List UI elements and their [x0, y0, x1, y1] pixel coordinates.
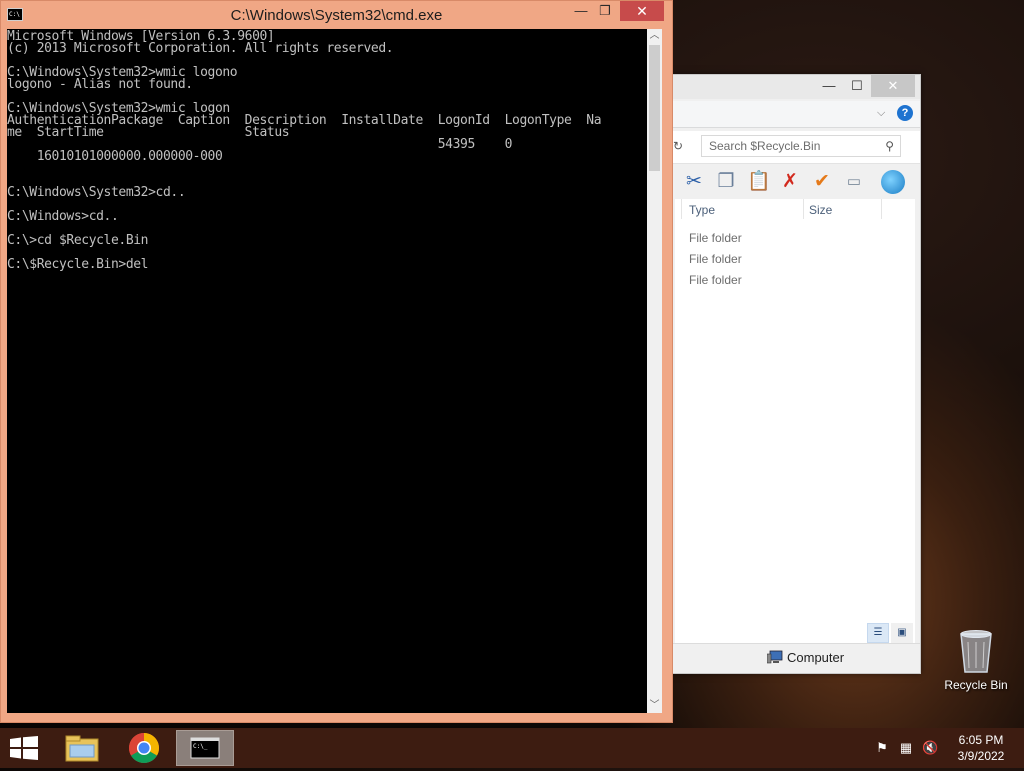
column-separator	[881, 199, 882, 219]
explorer-ribbon: ⌵ ?	[671, 101, 920, 128]
recycle-bin-label: Recycle Bin	[944, 678, 1008, 692]
large-icons-view-icon[interactable]: ▣	[891, 623, 913, 643]
file-list[interactable]: Type Size File folder File folder File f…	[675, 199, 915, 643]
cmd-scrollbar[interactable]: ︿ ﹀	[647, 29, 662, 713]
taskbar-clock[interactable]: 6:05 PM 3/9/2022	[950, 732, 1012, 764]
taskbar-chrome[interactable]	[116, 730, 172, 766]
scroll-up-icon[interactable]: ︿	[647, 29, 662, 43]
search-placeholder: Search $Recycle.Bin	[709, 139, 821, 153]
scroll-thumb[interactable]	[649, 45, 660, 171]
rename-check-icon[interactable]: ✔	[811, 171, 833, 193]
explorer-maximize-button[interactable]: ☐	[843, 75, 871, 97]
svg-text:C:\_: C:\_	[193, 743, 208, 750]
refresh-icon[interactable]: ↻	[673, 139, 683, 153]
clock-time: 6:05 PM	[958, 733, 1004, 747]
computer-icon	[767, 650, 783, 664]
explorer-minimize-button[interactable]: —	[815, 75, 843, 97]
explorer-status-bar: Computer	[671, 643, 920, 672]
volume-muted-icon[interactable]: 🔇	[922, 740, 938, 756]
cmd-maximize-button[interactable]: ❐	[591, 1, 619, 21]
explorer-close-button[interactable]: ✕	[871, 75, 915, 97]
file-explorer-icon	[65, 735, 99, 762]
console-area[interactable]: Microsoft Windows [Version 6.3.9600] (c)…	[7, 29, 647, 713]
recycle-bin-icon	[960, 630, 992, 673]
explorer-address-row: ↻ Search $Recycle.Bin ⚲	[671, 131, 920, 164]
search-input[interactable]: Search $Recycle.Bin ⚲	[701, 135, 901, 157]
start-button[interactable]	[10, 736, 38, 760]
cmd-close-button[interactable]: ✕	[620, 1, 664, 21]
search-icon[interactable]: ⚲	[885, 136, 894, 156]
column-header-size[interactable]: Size	[809, 203, 832, 217]
list-item-type[interactable]: File folder	[689, 252, 742, 266]
taskbar: C:\_ ⚑ ▦ 🔇 6:05 PM 3/9/2022	[0, 728, 1024, 768]
network-icon[interactable]: ▦	[898, 740, 914, 756]
column-header-type[interactable]: Type	[689, 203, 715, 217]
details-view-icon[interactable]: ☰	[867, 623, 889, 643]
copy-icon[interactable]: ❐	[715, 171, 737, 193]
action-center-flag-icon[interactable]: ⚑	[874, 740, 890, 756]
properties-icon[interactable]: ▭	[843, 171, 865, 193]
console-output[interactable]: Microsoft Windows [Version 6.3.9600] (c)…	[7, 29, 647, 271]
column-separator	[803, 199, 804, 219]
cmd-icon: C:\_	[190, 737, 220, 759]
paste-icon[interactable]: 📋	[747, 171, 771, 193]
ribbon-expand-icon[interactable]: ⌵	[877, 107, 885, 120]
recycle-bin-desktop-icon[interactable]: Recycle Bin	[940, 628, 1012, 692]
explorer-window[interactable]: — ☐ ✕ ⌵ ? ↻ Search $Recycle.Bin ⚲ ✂ ❐ 📋 …	[670, 74, 921, 674]
chrome-icon	[128, 733, 160, 764]
explorer-toolbar: ✂ ❐ 📋 ✗ ✔ ▭	[671, 165, 920, 199]
taskbar-file-explorer[interactable]	[54, 730, 110, 766]
clock-date: 3/9/2022	[957, 749, 1005, 763]
column-separator	[681, 199, 682, 219]
status-location: Computer	[787, 650, 845, 665]
cmd-window[interactable]: C:\ C:\Windows\System32\cmd.exe — ❐ ✕ Mi…	[0, 0, 673, 723]
taskbar-cmd[interactable]: C:\_	[176, 730, 234, 766]
cmd-titlebar[interactable]: C:\ C:\Windows\System32\cmd.exe — ❐ ✕	[1, 1, 672, 29]
list-item-type[interactable]: File folder	[689, 231, 742, 245]
shell-icon[interactable]	[881, 170, 905, 194]
help-icon[interactable]: ?	[897, 105, 913, 121]
explorer-titlebar[interactable]: — ☐ ✕	[671, 75, 920, 99]
delete-icon[interactable]: ✗	[779, 171, 801, 193]
cut-icon[interactable]: ✂	[683, 171, 705, 193]
list-item-type[interactable]: File folder	[689, 273, 742, 287]
scroll-down-icon[interactable]: ﹀	[647, 699, 662, 713]
